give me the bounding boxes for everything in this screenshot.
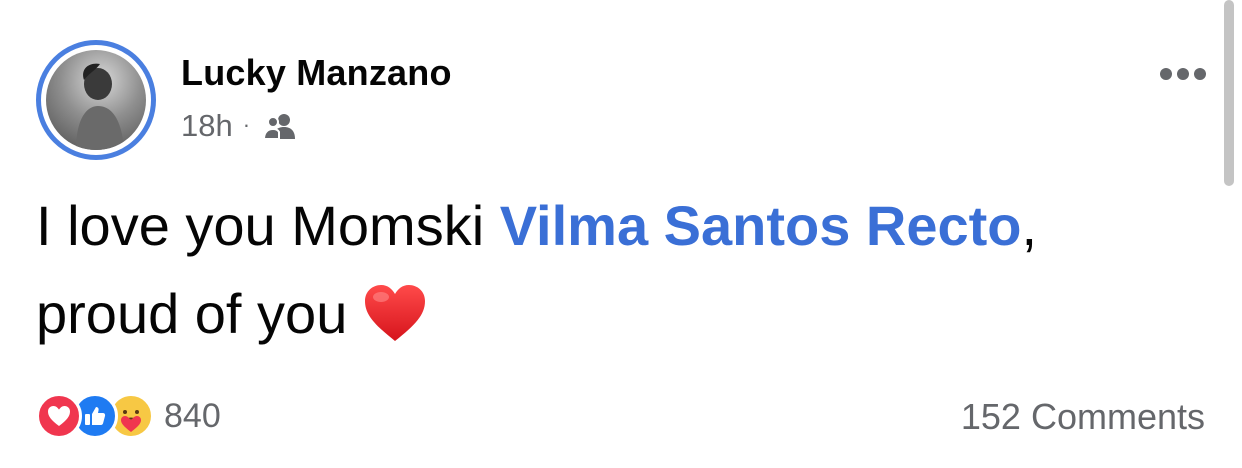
more-options-icon[interactable] bbox=[1160, 68, 1206, 80]
love-reaction-icon bbox=[36, 393, 82, 439]
post-meta: 18h · bbox=[181, 108, 298, 144]
friends-icon bbox=[262, 112, 298, 140]
post-time[interactable]: 18h bbox=[181, 108, 233, 144]
person-silhouette-icon bbox=[76, 63, 124, 150]
meta-separator: · bbox=[242, 112, 251, 137]
reactions-summary[interactable]: 840 bbox=[36, 393, 221, 439]
more-dot bbox=[1160, 68, 1172, 80]
post-text: I love you Momski Vilma Santos Recto, pr… bbox=[36, 182, 1096, 368]
avatar-photo bbox=[46, 50, 146, 150]
more-dot bbox=[1194, 68, 1206, 80]
author-name[interactable]: Lucky Manzano bbox=[181, 52, 452, 94]
profile-avatar[interactable] bbox=[36, 40, 156, 160]
more-dot bbox=[1177, 68, 1189, 80]
scrollbar-thumb[interactable] bbox=[1224, 0, 1234, 186]
reaction-count: 840 bbox=[164, 396, 221, 435]
mention-link[interactable]: Vilma Santos Recto bbox=[500, 194, 1022, 257]
post-card: Lucky Manzano 18h · I love you Momski Vi… bbox=[0, 0, 1242, 468]
comments-count-link[interactable]: 152 Comments bbox=[961, 396, 1205, 438]
red-heart-icon bbox=[363, 280, 427, 368]
post-text-start: I love you Momski bbox=[36, 194, 500, 257]
